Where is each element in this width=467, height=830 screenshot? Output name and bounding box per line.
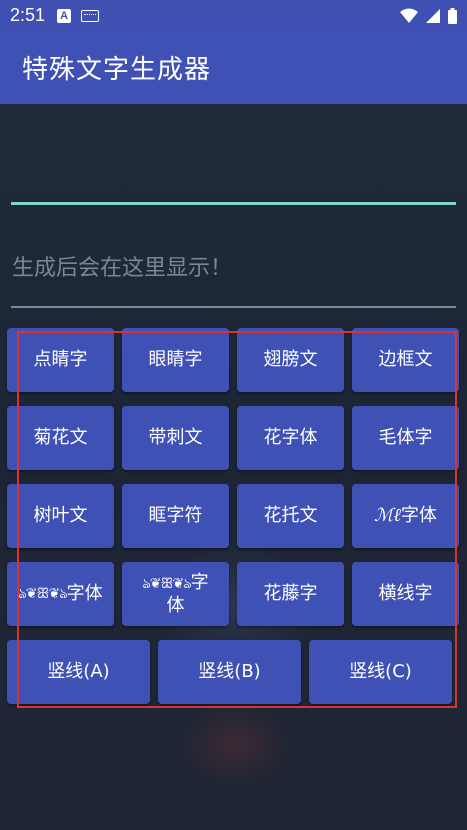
notification-icons: A	[57, 8, 100, 23]
a-notification-icon: A	[57, 8, 72, 23]
hengxian-button[interactable]: 横线字	[352, 562, 459, 626]
ml-font-label: 字体	[400, 505, 437, 526]
ornament-font-2-button[interactable]: ঌ❦ꕥ❦ঌ字 体	[122, 562, 229, 626]
output-placeholder: 生成后会在这里显示！	[12, 256, 233, 281]
keyboard-icon	[81, 9, 100, 22]
yanjing-button[interactable]: 眼睛字	[122, 328, 229, 392]
maoti-button[interactable]: 毛体字	[352, 406, 459, 470]
ornament-2-deco: ঌ❦ꕥ❦ঌ	[142, 575, 191, 592]
ornament-font-button[interactable]: ঌ❦ꕥ❦ঌ 字体	[7, 562, 114, 626]
huateng-button[interactable]: 花藤字	[237, 562, 344, 626]
app-title: 特殊文字生成器	[22, 55, 212, 85]
status-bar: 2:51 A	[0, 0, 467, 31]
ml-font-button[interactable]: ℳℓ 字体	[352, 484, 459, 548]
ornament-deco: ঌ❦ꕥ❦ঌ	[18, 586, 67, 602]
app-bar: 特殊文字生成器	[0, 31, 467, 104]
biankuang-button[interactable]: 边框文	[352, 328, 459, 392]
status-time: 2:51	[10, 5, 46, 25]
ml-deco: ℳℓ	[374, 505, 401, 526]
system-icons	[400, 7, 457, 24]
chibang-button[interactable]: 翅膀文	[237, 328, 344, 392]
text-input-field[interactable]	[11, 202, 456, 205]
signal-icon	[426, 8, 440, 23]
ornament-2-line2: 体	[166, 594, 185, 616]
shuxian-a-button[interactable]: 竖线(A)	[7, 640, 150, 704]
huatuo-button[interactable]: 花托文	[237, 484, 344, 548]
shuye-button[interactable]: 树叶文	[7, 484, 114, 548]
shuxian-b-button[interactable]: 竖线(B)	[158, 640, 301, 704]
kuangzifu-button[interactable]: 眶字符	[122, 484, 229, 548]
dianjing-button[interactable]: 点睛字	[7, 328, 114, 392]
juhua-button[interactable]: 菊花文	[7, 406, 114, 470]
ornament-2-suffix: 字	[190, 571, 209, 593]
ornament-font-label: 字体	[66, 583, 103, 604]
shuxian-c-button[interactable]: 竖线(C)	[309, 640, 452, 704]
output-underline	[11, 306, 456, 308]
daici-button[interactable]: 带刺文	[122, 406, 229, 470]
battery-icon	[448, 7, 457, 24]
huaziti-button[interactable]: 花字体	[237, 406, 344, 470]
wifi-icon	[400, 8, 418, 23]
